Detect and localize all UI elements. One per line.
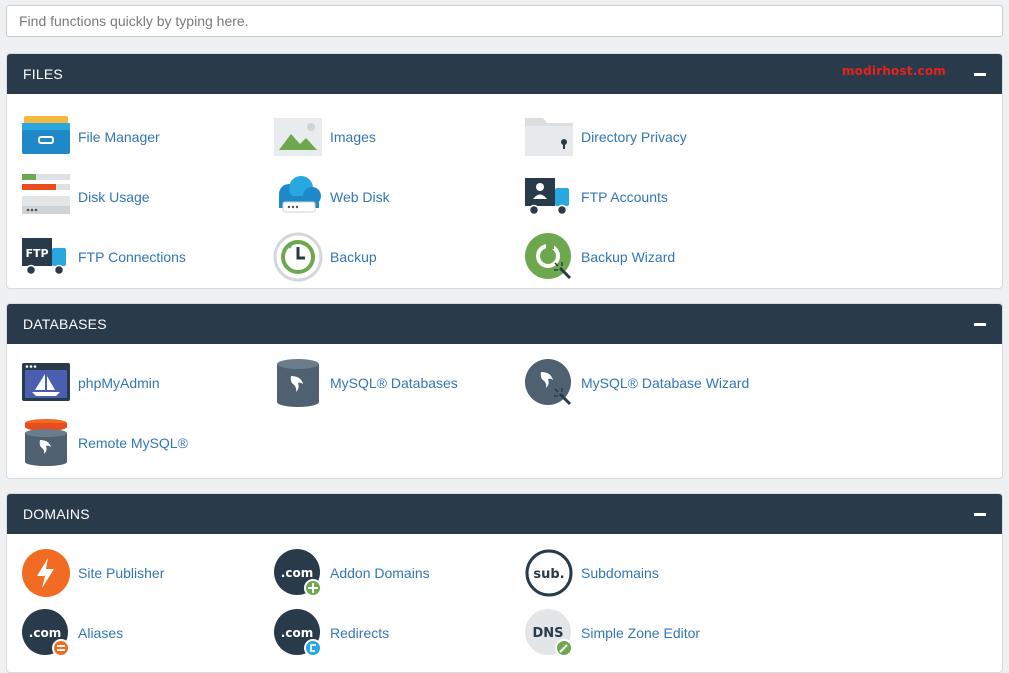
collapse-icon[interactable] [974, 68, 986, 80]
domains-panel-header[interactable]: DOMAINS [7, 494, 1002, 534]
dotcom-redirect-icon: .com [273, 608, 323, 658]
addon-domains-link[interactable]: .com Addon Domains [273, 548, 430, 598]
item-label: FTP Accounts [581, 189, 668, 205]
mysql-database-icon [273, 358, 323, 408]
panel-title: DATABASES [23, 316, 107, 332]
web-disk-link[interactable]: Web Disk [273, 172, 390, 222]
file-manager-icon [21, 112, 71, 162]
remote-mysql-link[interactable]: Remote MySQL® [21, 418, 188, 468]
phpmyadmin-icon [21, 358, 71, 408]
ftp-icon-text: FTP [25, 247, 48, 260]
ftp-accounts-link[interactable]: FTP Accounts [524, 172, 668, 222]
redirects-link[interactable]: .com Redirects [273, 608, 389, 658]
item-label: Site Publisher [78, 565, 165, 581]
item-label: File Manager [78, 129, 160, 145]
mysql-databases-link[interactable]: MySQL® Databases [273, 358, 458, 408]
item-label: Disk Usage [78, 189, 150, 205]
com-icon-text: .com [281, 626, 313, 640]
ftp-truck-user-icon [524, 172, 574, 222]
folder-lock-icon [524, 112, 574, 162]
item-label: Backup [330, 249, 377, 265]
item-label: MySQL® Database Wizard [581, 375, 750, 391]
collapse-icon[interactable] [974, 318, 986, 330]
disk-usage-link[interactable]: Disk Usage [21, 172, 150, 222]
search-input[interactable] [6, 5, 1003, 37]
dotcom-alias-icon: .com [21, 608, 71, 658]
item-label: Subdomains [581, 565, 659, 581]
backup-link[interactable]: Backup [273, 232, 377, 282]
item-label: Images [330, 129, 376, 145]
subdomain-icon: sub. [524, 548, 574, 598]
item-label: FTP Connections [78, 249, 186, 265]
item-label: Aliases [78, 625, 124, 641]
disk-usage-icon [21, 172, 71, 222]
phpmyadmin-link[interactable]: phpMyAdmin [21, 358, 160, 408]
file-manager-link[interactable]: File Manager [21, 112, 160, 162]
files-panel-header[interactable]: FILES modirhost.com [7, 54, 1002, 94]
collapse-icon[interactable] [974, 508, 986, 520]
com-icon-text: .com [29, 626, 61, 640]
item-label: Directory Privacy [581, 129, 687, 145]
databases-panel-header[interactable]: DATABASES [7, 304, 1002, 344]
item-label: Redirects [330, 625, 390, 641]
lightning-bolt-icon [21, 548, 71, 598]
ftp-connections-link[interactable]: FTP FTP Connections [21, 232, 186, 282]
mysql-wizard-icon [524, 358, 574, 408]
panel-title: FILES [23, 66, 63, 82]
subdomains-link[interactable]: sub. Subdomains [524, 548, 659, 598]
dotcom-add-icon: .com [273, 548, 323, 598]
images-link[interactable]: Images [273, 112, 376, 162]
item-label: Addon Domains [330, 565, 430, 581]
item-label: Simple Zone Editor [581, 625, 701, 641]
files-panel: FILES modirhost.com File Manager Images [6, 53, 1003, 289]
dns-icon-text: DNS [532, 626, 563, 641]
site-publisher-link[interactable]: Site Publisher [21, 548, 164, 598]
brand-watermark: modirhost.com [841, 64, 946, 78]
com-icon-text: .com [281, 566, 313, 580]
backup-wizard-link[interactable]: Backup Wizard [524, 232, 675, 282]
panel-title: DOMAINS [23, 506, 90, 522]
item-label: Backup Wizard [581, 249, 676, 265]
item-label: Web Disk [330, 189, 390, 205]
remote-mysql-icon [21, 418, 71, 468]
ftp-truck-icon: FTP [21, 232, 71, 282]
backup-clock-icon [273, 232, 323, 282]
item-label: Remote MySQL® [78, 435, 188, 451]
item-label: phpMyAdmin [78, 375, 160, 391]
domains-panel: DOMAINS Site Publisher .com Addon Domain… [6, 493, 1003, 673]
databases-panel: DATABASES phpMyAdmin MySQL® Databases My… [6, 303, 1003, 479]
directory-privacy-link[interactable]: Directory Privacy [524, 112, 687, 162]
dns-edit-icon: DNS [524, 608, 574, 658]
cloud-disk-icon [273, 172, 323, 222]
backup-wizard-icon [524, 232, 574, 282]
item-label: MySQL® Databases [330, 375, 458, 391]
mysql-database-wizard-link[interactable]: MySQL® Database Wizard [524, 358, 749, 408]
images-icon [273, 112, 323, 162]
sub-icon-text: sub. [533, 567, 564, 582]
aliases-link[interactable]: .com Aliases [21, 608, 123, 658]
simple-zone-editor-link[interactable]: DNS Simple Zone Editor [524, 608, 700, 658]
